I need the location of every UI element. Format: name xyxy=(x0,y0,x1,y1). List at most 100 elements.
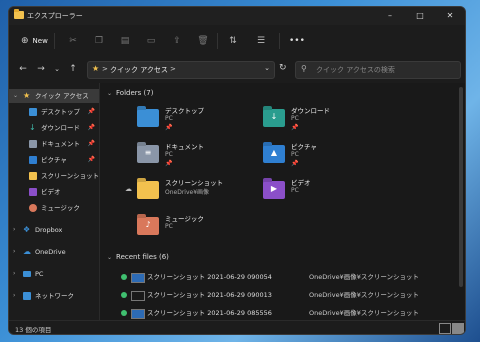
maximize-icon[interactable]: □ xyxy=(405,7,435,25)
sidebar-item-music[interactable]: ミュージック xyxy=(9,201,99,215)
rename-icon[interactable]: ▭ xyxy=(145,35,157,47)
paste-icon[interactable]: ▤ xyxy=(119,35,131,47)
pc-icon xyxy=(23,271,31,277)
search-icon: ⚲ xyxy=(301,64,307,73)
desktop-folder-icon xyxy=(29,108,37,116)
folder-tile-pictures[interactable]: ▲ ピクチャ PC 📌 xyxy=(263,141,383,171)
sidebar-item-dropbox[interactable]: › ❖ Dropbox xyxy=(9,223,99,237)
recent-file-row[interactable]: スクリーンショット 2021-06-29 090054 OneDrive¥画像¥… xyxy=(121,271,441,283)
title-bar: エクスプローラー – □ ✕ xyxy=(9,7,465,25)
recent-file-row[interactable]: スクリーンショット 2021-06-29 090013 OneDrive¥画像¥… xyxy=(121,289,441,301)
folder-name: ビデオ xyxy=(291,179,311,187)
new-button-label: New xyxy=(32,37,48,45)
folder-name: ピクチャ xyxy=(291,143,317,151)
more-options-button[interactable]: ••• xyxy=(289,35,305,47)
folders-section-title: Folders (7) xyxy=(116,89,154,97)
sidebar-item-label: PC xyxy=(35,270,44,278)
sidebar-item-label: スクリーンショット xyxy=(41,172,100,180)
folders-section-header[interactable]: ⌄ Folders (7) xyxy=(107,89,153,97)
copy-icon[interactable]: ❐ xyxy=(93,35,105,47)
folder-location: PC xyxy=(291,187,299,194)
share-icon[interactable]: ⇪ xyxy=(171,35,183,47)
star-icon: ★ xyxy=(23,91,31,100)
documents-folder-icon: ≡ xyxy=(137,145,159,163)
close-icon[interactable]: ✕ xyxy=(435,7,465,25)
recent-files-section-title: Recent files (6) xyxy=(116,253,169,261)
cut-icon[interactable]: ✂ xyxy=(67,35,79,47)
chevron-down-icon: ⌄ xyxy=(107,90,113,97)
image-thumbnail-icon xyxy=(131,309,145,319)
sidebar-item-label: ネットワーク xyxy=(35,292,74,300)
recent-locations-icon[interactable]: ⌄ xyxy=(51,63,63,75)
recent-file-row[interactable]: スクリーンショット 2021-06-29 085556 OneDrive¥画像¥… xyxy=(121,307,441,319)
pin-icon: 📌 xyxy=(165,124,173,131)
new-button[interactable]: ⊕ New xyxy=(15,33,55,49)
documents-folder-icon xyxy=(29,140,37,148)
vertical-scrollbar[interactable] xyxy=(459,87,463,287)
folder-app-icon xyxy=(14,9,24,19)
sidebar-item-pc[interactable]: › PC xyxy=(9,267,99,281)
star-icon: ★ xyxy=(92,64,100,73)
sidebar-item-label: ミュージック xyxy=(41,204,80,212)
sidebar-item-documents[interactable]: ドキュメント 📌 xyxy=(9,137,99,151)
sort-icon[interactable]: ⇅ xyxy=(227,35,239,47)
folder-location: PC xyxy=(165,151,173,158)
music-folder-icon: ♪ xyxy=(137,217,159,235)
sync-status-icon xyxy=(121,310,127,316)
recent-files-section-header[interactable]: ⌄ Recent files (6) xyxy=(107,253,169,261)
pin-icon: 📌 xyxy=(87,124,95,131)
item-count: 13 個の項目 xyxy=(15,326,52,334)
chevron-right-icon[interactable]: › xyxy=(13,223,15,237)
folder-name: デスクトップ xyxy=(165,107,204,115)
folder-tile-music[interactable]: ♪ ミュージック PC xyxy=(137,213,257,243)
videos-folder-icon: ▶ xyxy=(263,181,285,199)
chevron-right-icon[interactable]: › xyxy=(13,245,15,259)
address-input[interactable]: ★ > クイック アクセス > ⌄ xyxy=(87,61,275,79)
address-bar-row: ← → ⌄ ↑ ★ > クイック アクセス > ⌄ ↻ ⚲ クイック アクセスの… xyxy=(9,57,465,83)
minimize-icon[interactable]: – xyxy=(375,7,405,25)
breadcrumb-separator: > xyxy=(170,65,176,73)
refresh-icon[interactable]: ↻ xyxy=(279,63,287,73)
pictures-folder-icon: ▲ xyxy=(263,145,285,163)
sidebar-item-quick-access[interactable]: ⌄ ★ クイック アクセス xyxy=(9,89,99,103)
command-separator xyxy=(217,33,218,49)
sidebar-item-network[interactable]: › ネットワーク xyxy=(9,289,99,303)
view-icon[interactable]: ☰ xyxy=(255,35,267,47)
delete-icon[interactable]: 🗑 xyxy=(197,35,209,47)
sidebar-item-downloads[interactable]: ↓ ダウンロード 📌 xyxy=(9,121,99,135)
chevron-down-icon[interactable]: ⌄ xyxy=(13,89,18,103)
folder-tile-desktop[interactable]: デスクトップ PC 📌 xyxy=(137,105,257,135)
sidebar-item-pictures[interactable]: ピクチャ 📌 xyxy=(9,153,99,167)
folder-tile-downloads[interactable]: ↓ ダウンロード PC 📌 xyxy=(263,105,383,135)
folder-location: PC xyxy=(165,115,173,122)
details-view-icon[interactable] xyxy=(439,323,451,334)
folder-tile-documents[interactable]: ≡ ドキュメント PC 📌 xyxy=(137,141,257,171)
recent-file-name: スクリーンショット 2021-06-29 085556 xyxy=(147,309,272,317)
sync-status-icon xyxy=(121,292,127,298)
folder-name: ドキュメント xyxy=(165,143,204,151)
sidebar-item-videos[interactable]: ビデオ xyxy=(9,185,99,199)
folder-tile-screenshots[interactable]: ☁ スクリーンショット OneDrive¥画像 xyxy=(125,177,257,207)
dropbox-icon: ❖ xyxy=(23,225,31,234)
sidebar-item-desktop[interactable]: デスクトップ 📌 xyxy=(9,105,99,119)
search-input[interactable]: ⚲ クイック アクセスの検索 xyxy=(295,61,461,79)
large-icons-view-icon[interactable] xyxy=(452,323,464,334)
sidebar-item-screenshots[interactable]: スクリーンショット xyxy=(9,169,99,183)
folder-icon xyxy=(29,172,37,180)
sidebar-item-onedrive[interactable]: › ☁ OneDrive xyxy=(9,245,99,259)
chevron-right-icon[interactable]: › xyxy=(13,267,15,281)
window-title: エクスプローラー xyxy=(27,12,83,20)
up-icon[interactable]: ↑ xyxy=(67,63,79,75)
command-bar: ⊕ New ✂ ❐ ▤ ▭ ⇪ 🗑 ⇅ ☰ ••• xyxy=(9,25,465,58)
sidebar-item-label: ビデオ xyxy=(41,188,61,196)
chevron-right-icon[interactable]: › xyxy=(13,289,15,303)
music-folder-icon xyxy=(29,204,37,212)
breadcrumb-location[interactable]: クイック アクセス xyxy=(110,65,168,75)
folder-location: PC xyxy=(291,151,299,158)
network-icon xyxy=(23,292,31,300)
pin-icon: 📌 xyxy=(87,140,95,147)
back-icon[interactable]: ← xyxy=(17,63,29,75)
forward-icon[interactable]: → xyxy=(35,63,47,75)
folder-tile-videos[interactable]: ▶ ビデオ PC xyxy=(263,177,383,207)
chevron-down-icon[interactable]: ⌄ xyxy=(264,64,270,72)
